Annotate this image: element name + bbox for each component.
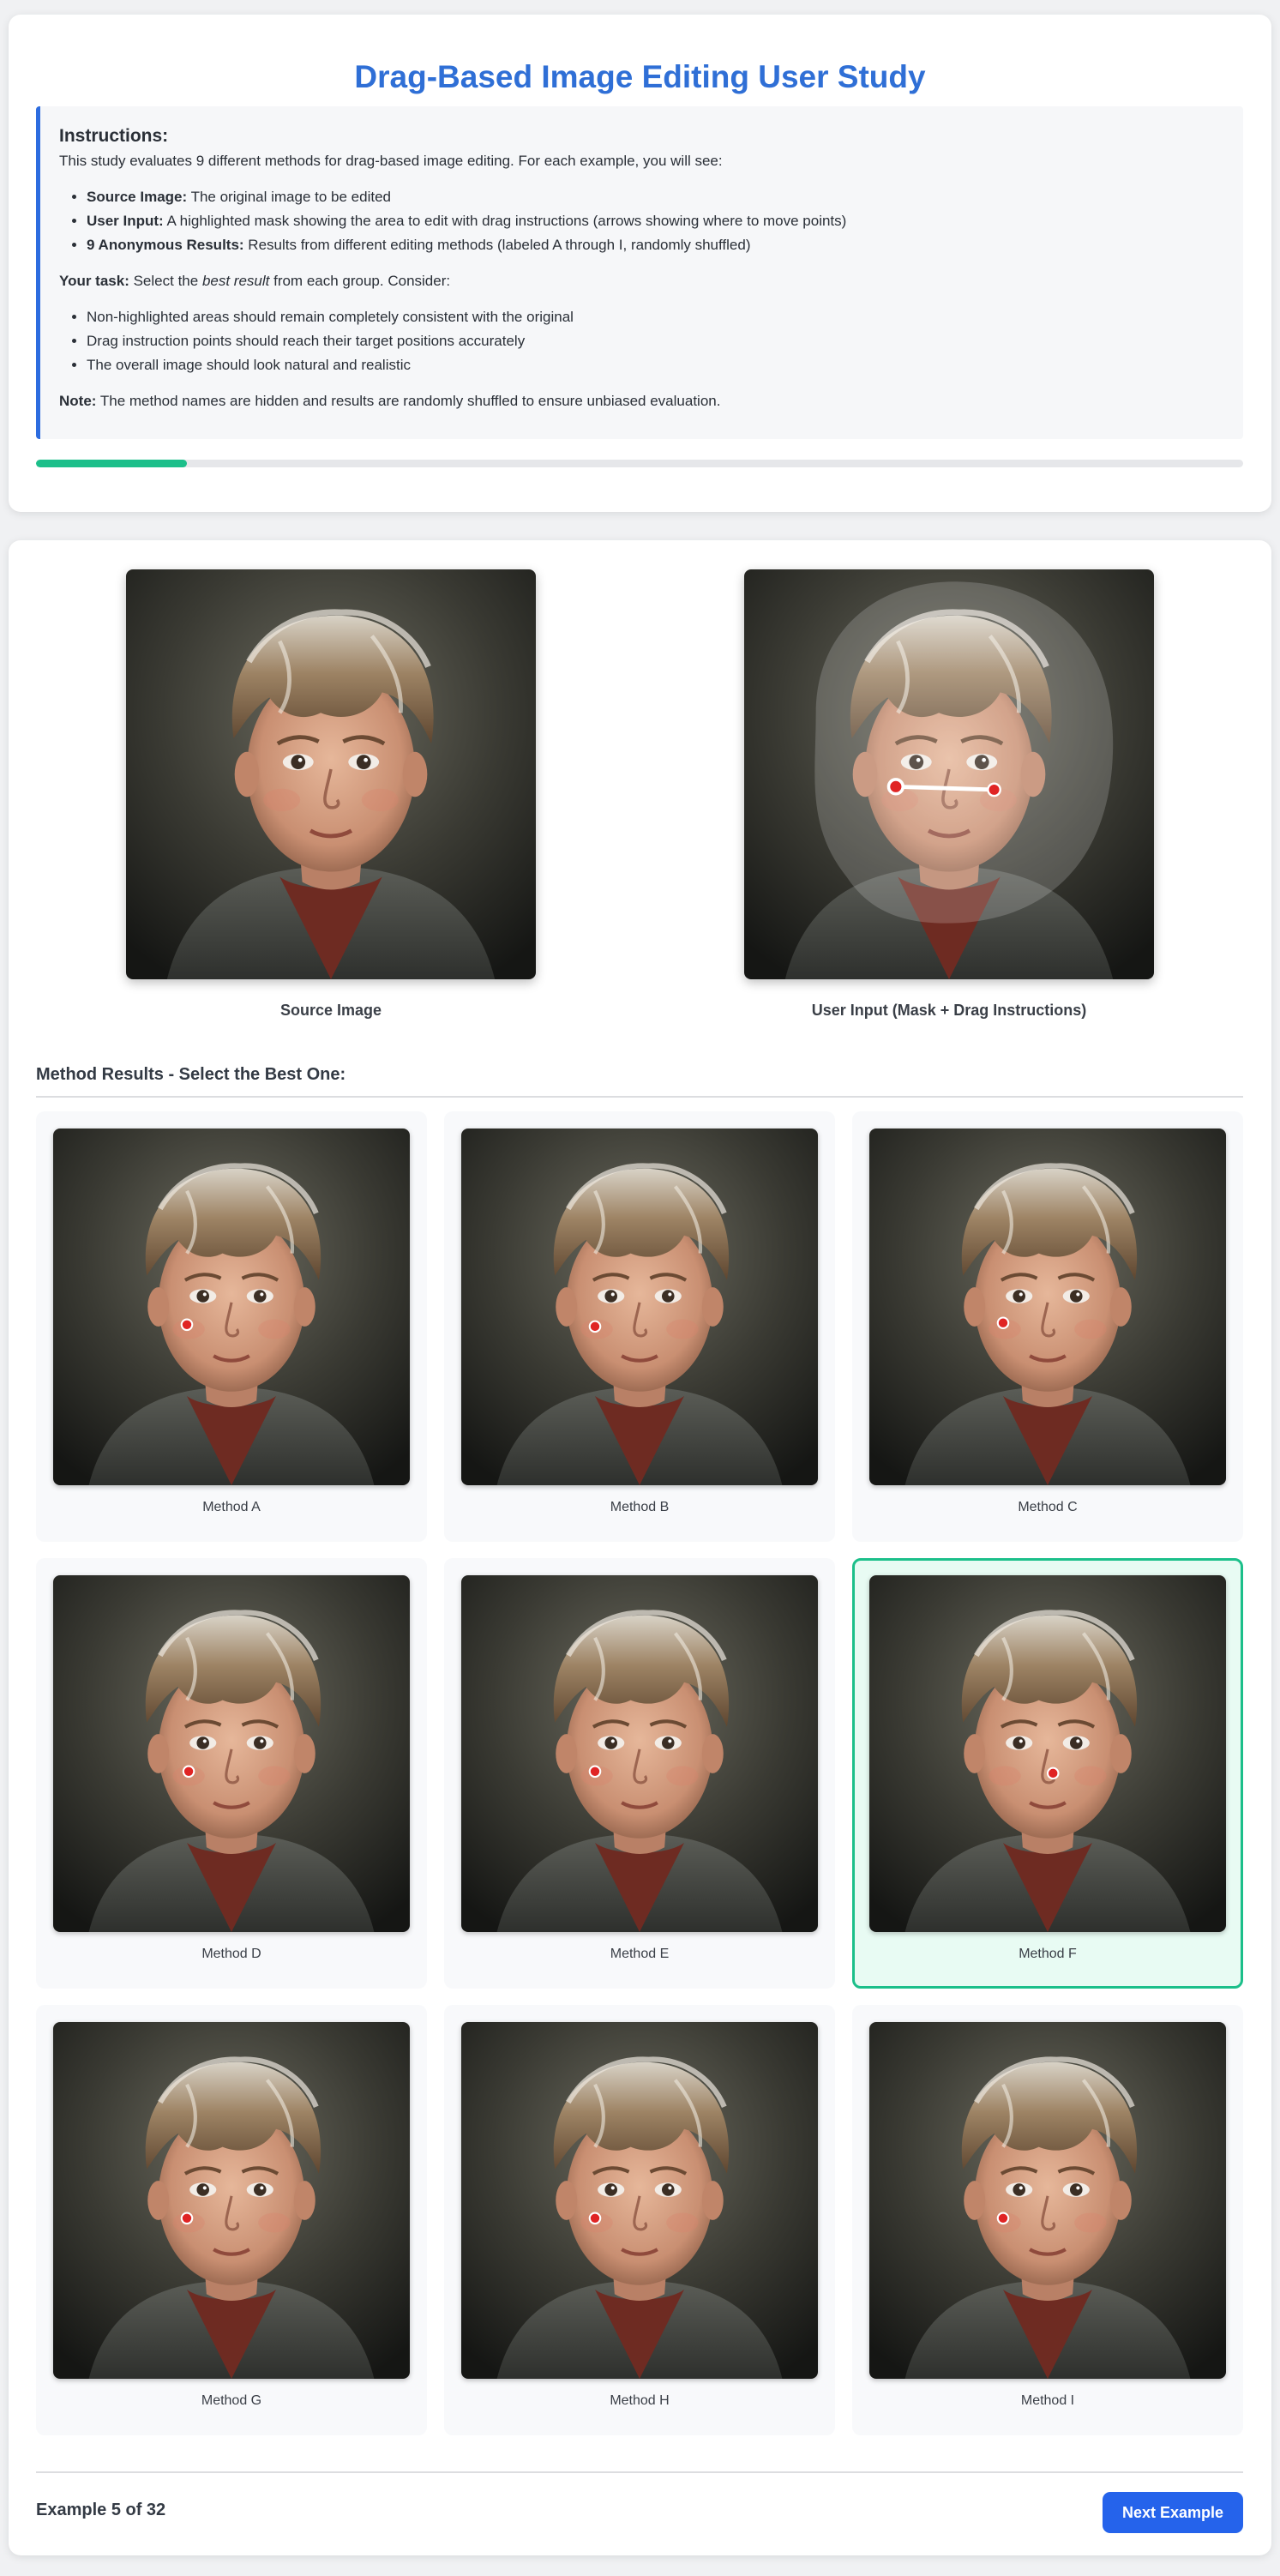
divider: [36, 2471, 1243, 2473]
instructions-list: Source Image: The original image to be e…: [87, 185, 1224, 257]
drag-start-point: [886, 778, 905, 796]
user-input-image: [744, 569, 1154, 979]
method-label: Method E: [610, 1947, 670, 1961]
instructions-item: User Input: A highlighted mask showing t…: [87, 209, 1224, 233]
method-label: Method I: [1020, 2393, 1075, 2408]
example-counter: Example 5 of 32: [36, 2501, 166, 2519]
item-label: Source Image:: [87, 189, 188, 205]
study-card: Source Image User Input (Mask + Drag Ins…: [9, 540, 1271, 2555]
method-card[interactable]: Method G: [36, 2005, 427, 2435]
drag-point: [588, 2212, 602, 2225]
task-emphasis: best result: [201, 273, 270, 289]
note-text: The method names are hidden and results …: [96, 393, 721, 409]
task-label: Your task:: [59, 273, 129, 289]
method-label: Method B: [610, 1500, 670, 1514]
drag-point: [1046, 1766, 1060, 1780]
progress-fill: [36, 460, 187, 467]
task-description: Your task: Select the best result from e…: [59, 269, 1224, 293]
item-label: 9 Anonymous Results:: [87, 237, 244, 253]
task-text: Select the: [129, 273, 202, 289]
instructions-item: Source Image: The original image to be e…: [87, 185, 1224, 209]
progress-bar: [36, 460, 1243, 467]
drag-point: [180, 1318, 194, 1332]
drag-point: [180, 2212, 194, 2225]
item-text: A highlighted mask showing the area to e…: [163, 213, 847, 229]
criteria-item: The overall image should look natural an…: [87, 353, 1224, 377]
edit-mask: [814, 581, 1114, 924]
item-text: Results from different editing methods (…: [243, 237, 751, 253]
drag-point: [588, 1320, 602, 1333]
method-result-image: [53, 2022, 410, 2379]
method-label: Method C: [1018, 1500, 1078, 1514]
method-result-image: [461, 2022, 818, 2379]
method-label: Method A: [202, 1500, 261, 1514]
drag-point: [996, 2212, 1010, 2225]
drag-point: [182, 1765, 195, 1779]
method-result-image: [461, 1129, 818, 1485]
method-card[interactable]: Method D: [36, 1558, 427, 1989]
page-title: Drag-Based Image Editing User Study: [354, 59, 926, 94]
drag-point: [588, 1765, 602, 1779]
drag-target-point: [987, 782, 1001, 797]
method-result-image: [53, 1129, 410, 1485]
note: Note: The method names are hidden and re…: [59, 389, 1224, 413]
instructions-panel: Instructions: This study evaluates 9 dif…: [36, 106, 1243, 439]
next-example-button[interactable]: Next Example: [1103, 2492, 1243, 2533]
method-results-title: Method Results - Select the Best One:: [36, 1065, 346, 1084]
source-caption: Source Image: [279, 1002, 382, 1019]
method-card[interactable]: Method E: [444, 1558, 835, 1989]
criteria-item: Non-highlighted areas should remain comp…: [87, 305, 1224, 329]
criteria-item: Drag instruction points should reach the…: [87, 329, 1224, 353]
method-card[interactable]: Method I: [852, 2005, 1243, 2435]
method-card[interactable]: Method C: [852, 1111, 1243, 1542]
method-card[interactable]: Method F: [852, 1558, 1243, 1989]
note-label: Note:: [59, 393, 97, 409]
method-label: Method F: [1019, 1947, 1077, 1961]
method-result-image: [461, 1575, 818, 1932]
method-card[interactable]: Method B: [444, 1111, 835, 1542]
instructions-card: Drag-Based Image Editing User Study Inst…: [9, 15, 1271, 512]
user-input-caption: User Input (Mask + Drag Instructions): [811, 1002, 1087, 1019]
criteria-list: Non-highlighted areas should remain comp…: [87, 305, 1224, 377]
drag-point: [996, 1316, 1010, 1329]
instructions-intro: This study evaluates 9 different methods…: [59, 153, 723, 169]
item-label: User Input:: [87, 213, 164, 229]
method-label: Method D: [201, 1947, 261, 1961]
task-text: from each group. Consider:: [269, 273, 451, 289]
method-card[interactable]: Method A: [36, 1111, 427, 1542]
method-result-image: [53, 1575, 410, 1932]
method-card[interactable]: Method H: [444, 2005, 835, 2435]
method-result-image: [869, 2022, 1226, 2379]
method-result-image: [869, 1129, 1226, 1485]
instructions-heading: Instructions:: [59, 126, 169, 146]
divider: [36, 1096, 1243, 1098]
source-image: [126, 569, 536, 979]
item-text: The original image to be edited: [187, 189, 391, 205]
instructions-item: 9 Anonymous Results: Results from differ…: [87, 233, 1224, 257]
method-label: Method H: [610, 2393, 670, 2408]
method-label: Method G: [201, 2393, 262, 2408]
method-result-image: [869, 1575, 1226, 1932]
